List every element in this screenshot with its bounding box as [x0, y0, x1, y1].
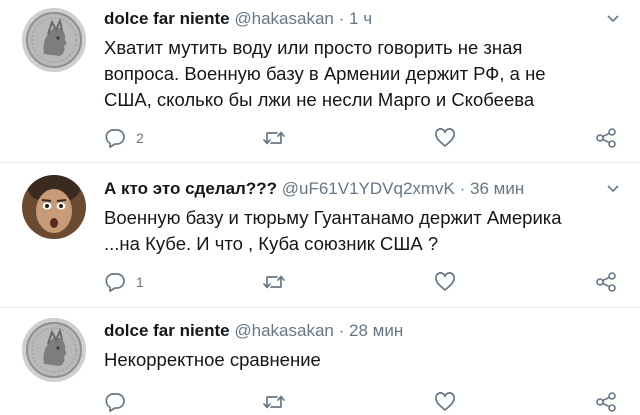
author-handle[interactable]: @hakasakan: [234, 9, 334, 28]
tweet-text: Военную базу и тюрьму Гуантанамо держит …: [104, 207, 562, 254]
coin-portrait-image: [22, 318, 86, 382]
share-icon: [594, 391, 618, 413]
tweet-header: dolce far niente @hakasakan · 1 ч: [104, 8, 372, 30]
share-icon: [594, 271, 618, 293]
share-button[interactable]: [594, 390, 618, 414]
reply-icon: [104, 127, 126, 149]
author-name[interactable]: dolce far niente: [104, 321, 230, 340]
separator: ·: [338, 9, 345, 28]
retweet-icon: [262, 271, 286, 293]
tweet[interactable]: dolce far niente @hakasakan · 1 ч Хватит…: [0, 0, 640, 176]
avatar[interactable]: [22, 318, 86, 382]
separator: ·: [459, 179, 466, 198]
reply-icon: [104, 271, 126, 293]
reply-count: 1: [136, 274, 144, 290]
tweet-actions: 1: [104, 270, 624, 294]
reply-count: 2: [136, 130, 144, 146]
chevron-down-icon[interactable]: [606, 12, 620, 26]
share-button[interactable]: [594, 270, 618, 294]
like-button[interactable]: [434, 126, 456, 150]
share-icon: [594, 127, 618, 149]
timestamp[interactable]: 36 мин: [470, 179, 524, 198]
retweet-icon: [262, 127, 286, 149]
tweet-actions: 2: [104, 126, 624, 150]
tweet-header: А кто это сделал??? @uF61V1YDVq2xmvK · 3…: [104, 178, 524, 200]
tweet-text: Некорректное сравнение: [104, 349, 321, 370]
retweet-icon: [262, 391, 286, 413]
retweet-button[interactable]: [262, 270, 286, 294]
tweet[interactable]: dolce far niente @hakasakan · 28 мин Нек…: [0, 308, 640, 415]
like-icon: [434, 127, 456, 149]
like-icon: [434, 391, 456, 413]
retweet-button[interactable]: [262, 126, 286, 150]
reply-button[interactable]: 2: [104, 126, 144, 150]
share-button[interactable]: [594, 126, 618, 150]
tweet-actions: [104, 390, 624, 414]
avatar[interactable]: [22, 175, 86, 239]
author-name[interactable]: А кто это сделал???: [104, 179, 277, 198]
separator: ·: [338, 321, 345, 340]
tweet[interactable]: А кто это сделал??? @uF61V1YDVq2xmvK · 3…: [0, 163, 640, 313]
timeline: dolce far niente @hakasakan · 1 ч Хватит…: [0, 0, 640, 415]
timestamp[interactable]: 28 мин: [349, 321, 403, 340]
avatar[interactable]: [22, 8, 86, 72]
coin-portrait-image: [22, 8, 86, 72]
retweet-button[interactable]: [262, 390, 286, 414]
face-photo-image: [22, 175, 86, 239]
reply-button[interactable]: 1: [104, 270, 144, 294]
like-icon: [434, 271, 456, 293]
like-button[interactable]: [434, 270, 456, 294]
reply-icon: [104, 391, 126, 413]
tweet-text: Хватит мутить воду или просто говорить н…: [104, 37, 546, 110]
tweet-header: dolce far niente @hakasakan · 28 мин: [104, 320, 403, 342]
like-button[interactable]: [434, 390, 456, 414]
author-handle[interactable]: @uF61V1YDVq2xmvK: [282, 179, 455, 198]
chevron-down-icon[interactable]: [606, 182, 620, 196]
timestamp[interactable]: 1 ч: [349, 9, 372, 28]
reply-button[interactable]: [104, 390, 136, 414]
author-handle[interactable]: @hakasakan: [234, 321, 334, 340]
author-name[interactable]: dolce far niente: [104, 9, 230, 28]
